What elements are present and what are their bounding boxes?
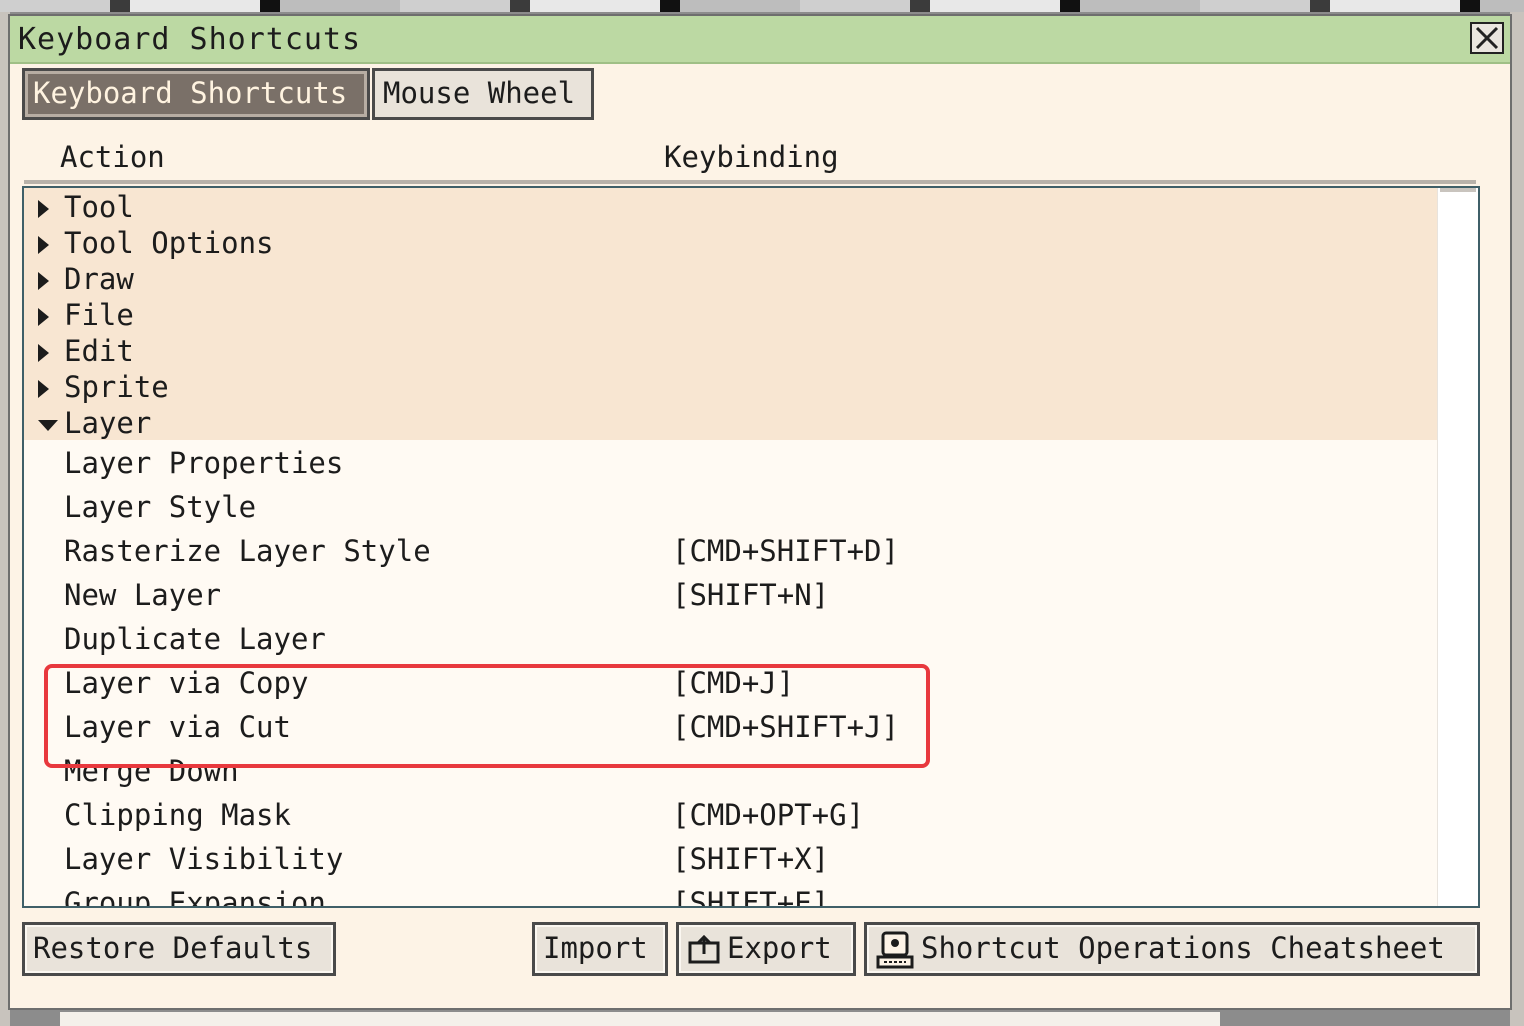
scrollbar[interactable]: [1437, 188, 1478, 906]
column-header-keybinding[interactable]: Keybinding: [664, 140, 839, 174]
expand-arrow-icon: [38, 236, 49, 254]
expand-arrow-icon: [38, 380, 49, 398]
close-button[interactable]: [1470, 22, 1504, 54]
header-divider: [24, 180, 1476, 184]
expand-arrow-icon: [38, 200, 49, 218]
export-label: Export: [727, 931, 832, 965]
background-right: [1510, 12, 1524, 1026]
restore-defaults-button[interactable]: Restore Defaults: [22, 922, 336, 976]
dialog-title: Keyboard Shortcuts: [18, 22, 362, 57]
collapse-arrow-icon: [38, 420, 58, 431]
expand-arrow-icon: [38, 272, 49, 290]
shortcut-list[interactable]: Tool Tool Options Draw File Edit Sprite …: [22, 186, 1480, 908]
column-header-action[interactable]: Action: [60, 140, 165, 174]
export-button[interactable]: Export: [676, 922, 856, 976]
export-icon: [688, 935, 720, 964]
tab-keyboard-shortcuts[interactable]: Keyboard Shortcuts: [22, 68, 370, 120]
background-bottom: [60, 1012, 1220, 1026]
titlebar: Keyboard Shortcuts: [10, 16, 1510, 64]
expand-arrow-icon: [38, 308, 49, 326]
cheatsheet-label: Shortcut Operations Cheatsheet: [921, 931, 1445, 965]
cheatsheet-button[interactable]: Shortcut Operations Cheatsheet: [864, 922, 1480, 976]
import-button[interactable]: Import: [532, 922, 668, 976]
scrollbar-thumb[interactable]: [1440, 188, 1476, 192]
keyboard-person-icon: [876, 931, 914, 969]
close-icon: [1475, 26, 1499, 50]
background-canvas-strip: [0, 0, 1524, 12]
expand-arrow-icon: [38, 344, 49, 362]
tab-mouse-wheel[interactable]: Mouse Wheel: [372, 68, 594, 120]
